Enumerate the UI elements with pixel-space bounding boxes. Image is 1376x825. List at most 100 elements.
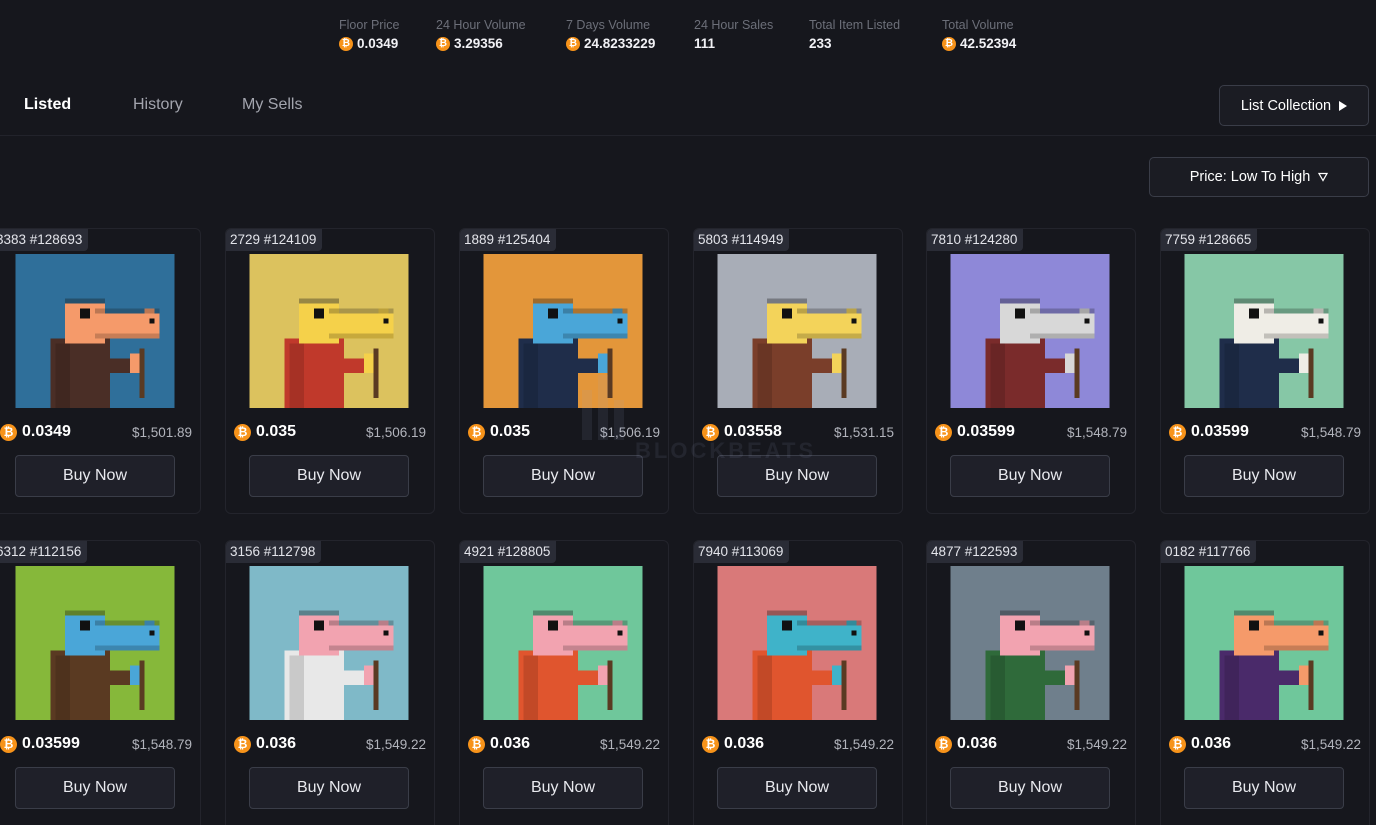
listing-card[interactable]: 3383 #128693 ₿ 0.0349 $1,501.89 Buy Now — [0, 228, 201, 514]
nft-image[interactable] — [1184, 254, 1344, 408]
bitcoin-icon: ₿ — [1169, 423, 1186, 441]
pixel-croc-illustration — [15, 566, 175, 720]
stat-number: 24.8233229 — [584, 36, 656, 51]
price-btc-value: 0.03558 — [724, 423, 782, 440]
stat-value: ₿ 0.0349 — [339, 36, 399, 52]
buy-now-button[interactable]: Buy Now — [483, 455, 643, 497]
tab-bar: Listed History My Sells List Collection — [0, 84, 1376, 136]
listing-card[interactable]: 6312 #112156 ₿ 0.03599 $1,548.79 Buy Now — [0, 540, 201, 825]
nft-image[interactable] — [717, 254, 877, 408]
sort-dropdown[interactable]: Price: Low To High — [1149, 157, 1369, 197]
listing-card[interactable]: 4877 #122593 ₿ 0.036 $1,549.22 Buy Now — [926, 540, 1136, 825]
price-usd: $1,506.19 — [599, 424, 660, 440]
stat-value: ₿ 42.52394 — [942, 36, 1016, 52]
buy-now-button[interactable]: Buy Now — [950, 455, 1110, 497]
nft-image[interactable] — [249, 566, 409, 720]
pixel-croc-illustration — [15, 254, 175, 408]
stat-value: 111 — [694, 36, 773, 52]
nft-image[interactable] — [483, 566, 643, 720]
stat-number: 111 — [694, 36, 716, 51]
nft-image[interactable] — [950, 254, 1110, 408]
buy-now-button[interactable]: Buy Now — [249, 455, 409, 497]
price-usd: $1,506.19 — [365, 424, 426, 440]
buy-now-button[interactable]: Buy Now — [1184, 455, 1344, 497]
price-row: ₿ 0.035 $1,506.19 — [234, 422, 426, 442]
price-row: ₿ 0.036 $1,549.22 — [468, 734, 660, 754]
stat-total-volume: Total Volume ₿ 42.52394 — [942, 18, 1016, 52]
price-usd: $1,549.22 — [599, 736, 660, 752]
listing-card[interactable]: 0182 #117766 ₿ 0.036 $1,549.22 Buy Now — [1160, 540, 1370, 825]
nft-image[interactable] — [15, 566, 175, 720]
price-btc: ₿ 0.036 — [468, 735, 530, 753]
buy-now-button[interactable]: Buy Now — [950, 767, 1110, 809]
collection-stats-bar: Floor Price ₿ 0.0349 24 Hour Volume ₿ 3.… — [0, 18, 1376, 58]
listing-card[interactable]: 7759 #128665 ₿ 0.03599 $1,548.79 Buy Now — [1160, 228, 1370, 514]
stat-number: 3.29356 — [454, 36, 503, 51]
tab-history[interactable]: History — [133, 96, 183, 114]
price-btc: ₿ 0.03599 — [0, 735, 80, 753]
buy-now-button[interactable]: Buy Now — [15, 767, 175, 809]
nft-image[interactable] — [717, 566, 877, 720]
stat-number: 0.0349 — [357, 36, 399, 51]
price-usd: $1,531.15 — [833, 424, 894, 440]
stat-label: 24 Hour Sales — [694, 18, 774, 32]
bitcoin-icon: ₿ — [0, 423, 17, 441]
price-btc: ₿ 0.03558 — [702, 423, 782, 441]
stat-number: 233 — [809, 36, 832, 51]
stat-value: ₿ 3.29356 — [436, 36, 526, 52]
play-icon — [1339, 100, 1348, 111]
pixel-croc-illustration — [249, 254, 409, 408]
price-usd: $1,548.79 — [131, 736, 192, 752]
buy-now-button[interactable]: Buy Now — [1184, 767, 1344, 809]
listing-card[interactable]: 1889 #125404 ₿ 0.035 $1,506.19 Buy Now — [459, 228, 669, 514]
list-collection-label: List Collection — [1240, 97, 1332, 114]
nft-image[interactable] — [950, 566, 1110, 720]
nft-image[interactable] — [249, 254, 409, 408]
buy-now-button[interactable]: Buy Now — [249, 767, 409, 809]
tab-my-sells[interactable]: My Sells — [242, 96, 302, 114]
inscription-id: 4921 #128805 — [460, 541, 557, 563]
price-row: ₿ 0.036 $1,549.22 — [702, 734, 894, 754]
listing-card[interactable]: 7940 #113069 ₿ 0.036 $1,549.22 Buy Now — [693, 540, 903, 825]
buy-now-button[interactable]: Buy Now — [717, 767, 877, 809]
price-btc: ₿ 0.036 — [935, 735, 997, 753]
list-collection-button[interactable]: List Collection — [1219, 85, 1369, 126]
inscription-id: 7759 #128665 — [1161, 229, 1258, 251]
bitcoin-icon: ₿ — [0, 735, 17, 753]
price-btc-value: 0.03599 — [957, 423, 1015, 440]
listing-card[interactable]: 3156 #112798 ₿ 0.036 $1,549.22 Buy Now — [225, 540, 435, 825]
price-usd: $1,548.79 — [1300, 424, 1361, 440]
price-btc: ₿ 0.035 — [234, 423, 296, 441]
bitcoin-icon: ₿ — [436, 37, 450, 51]
bitcoin-icon: ₿ — [1169, 735, 1186, 753]
buy-now-button[interactable]: Buy Now — [717, 455, 877, 497]
price-usd: $1,549.22 — [1300, 736, 1361, 752]
price-btc: ₿ 0.036 — [234, 735, 296, 753]
nft-image[interactable] — [1184, 566, 1344, 720]
nft-image[interactable] — [15, 254, 175, 408]
price-row: ₿ 0.036 $1,549.22 — [1169, 734, 1361, 754]
nft-image[interactable] — [483, 254, 643, 408]
listing-card[interactable]: 2729 #124109 ₿ 0.035 $1,506.19 Buy Now — [225, 228, 435, 514]
tab-listed[interactable]: Listed — [24, 96, 71, 114]
price-btc-value: 0.035 — [490, 423, 531, 440]
buy-now-button[interactable]: Buy Now — [15, 455, 175, 497]
listing-card[interactable]: 7810 #124280 ₿ 0.03599 $1,548.79 Buy Now — [926, 228, 1136, 514]
buy-now-button[interactable]: Buy Now — [483, 767, 643, 809]
inscription-id: 1889 #125404 — [460, 229, 557, 251]
price-btc-value: 0.036 — [256, 735, 297, 752]
price-btc: ₿ 0.035 — [468, 423, 530, 441]
price-usd: $1,549.22 — [833, 736, 894, 752]
price-row: ₿ 0.03558 $1,531.15 — [702, 422, 894, 442]
price-row: ₿ 0.03599 $1,548.79 — [1169, 422, 1361, 442]
price-row: ₿ 0.035 $1,506.19 — [468, 422, 660, 442]
price-usd: $1,549.22 — [365, 736, 426, 752]
stat-label: 7 Days Volume — [566, 18, 651, 32]
listing-card[interactable]: 4921 #128805 ₿ 0.036 $1,549.22 Buy Now — [459, 540, 669, 825]
stat-label: Total Volume — [942, 18, 1014, 32]
bitcoin-icon: ₿ — [468, 735, 485, 753]
price-btc-value: 0.036 — [724, 735, 765, 752]
stat-value: 233 — [809, 36, 900, 52]
listing-card[interactable]: 5803 #114949 ₿ 0.03558 $1,531.15 Buy Now — [693, 228, 903, 514]
pixel-croc-illustration — [1184, 566, 1344, 720]
